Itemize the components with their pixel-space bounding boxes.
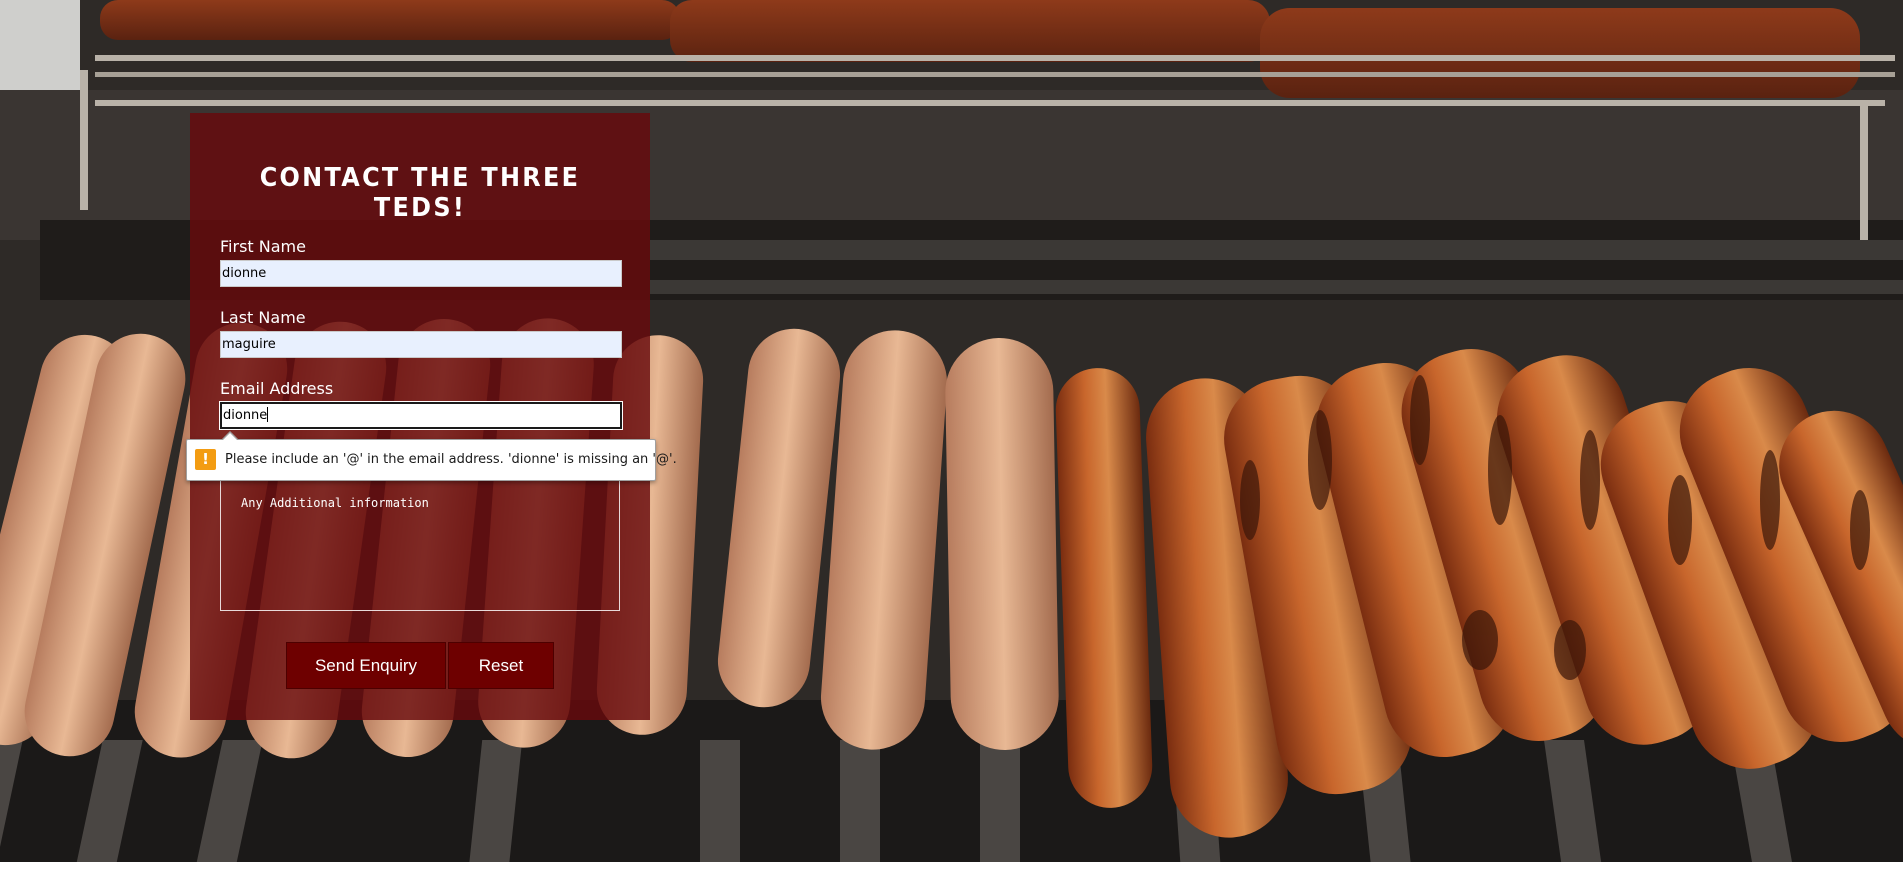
text-caret (267, 407, 269, 422)
first-name-label: First Name (220, 237, 306, 256)
reset-button[interactable]: Reset (448, 642, 554, 689)
warning-icon: ! (195, 449, 216, 470)
last-name-value: maguire (222, 337, 276, 352)
email-validation-tooltip: ! Please include an '@' in the email add… (186, 431, 677, 481)
contact-form-panel: CONTACT THE THREE TEDS! First Name dionn… (190, 113, 650, 720)
email-input[interactable]: dionne (219, 401, 623, 430)
first-name-value: dionne (222, 266, 267, 281)
first-name-input[interactable]: dionne (220, 260, 622, 287)
last-name-input[interactable]: maguire (220, 331, 622, 358)
additional-info-placeholder: Any Additional information (241, 496, 429, 510)
send-enquiry-button[interactable]: Send Enquiry (286, 642, 446, 689)
validation-message: Please include an '@' in the email addre… (225, 452, 677, 467)
email-label: Email Address (220, 379, 334, 398)
email-value: dionne (223, 408, 268, 423)
form-title: CONTACT THE THREE TEDS! (259, 163, 581, 223)
last-name-label: Last Name (220, 308, 306, 327)
tooltip-arrow-inner (222, 433, 238, 441)
additional-info-textarea[interactable]: Any Additional information (220, 469, 620, 611)
